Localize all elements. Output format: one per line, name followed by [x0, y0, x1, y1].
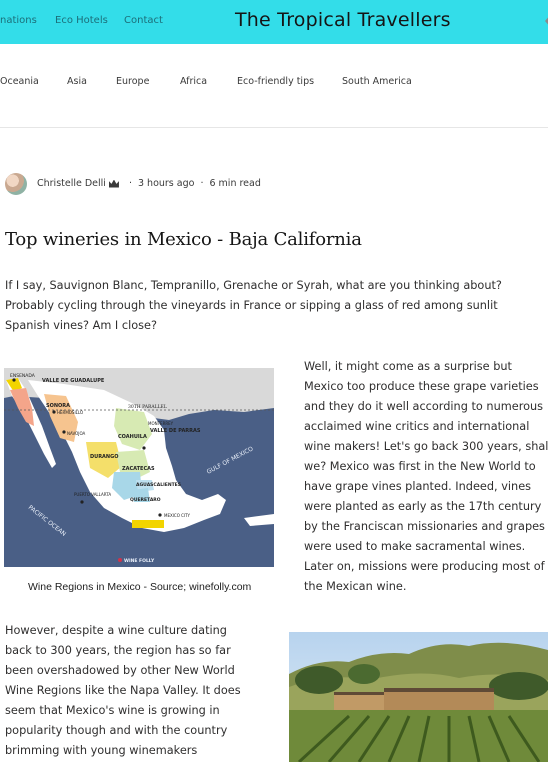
map-label-valle-parras: VALLE DE PARRAS [150, 428, 201, 434]
map-label-hermosillo: HERMOSILLO [57, 410, 83, 415]
nav-destinations[interactable]: nations [0, 15, 37, 26]
intro-paragraph: If I say, Sauvignon Blanc, Tempranillo, … [5, 279, 502, 332]
site-title[interactable]: The Tropical Travellers [235, 9, 451, 31]
map-label-zacatecas: ZACATECAS [122, 466, 155, 472]
mexico-map-graphic: ENSENADA VALLE DE GUADALUPE SONORA HERMO… [4, 368, 274, 567]
author-name[interactable]: Christelle Delli [37, 178, 106, 189]
category-europe[interactable]: Europe [116, 76, 149, 87]
right-paragraph: Well, it might come as a surprise but Me… [304, 360, 548, 593]
map-label-ensenada: ENSENADA [10, 373, 36, 379]
map-label-navojoa: NAVOJOA [67, 431, 86, 436]
map-label-durango: DURANGO [90, 454, 118, 460]
map-label-monterrey: MONTERREY [148, 421, 174, 426]
post-time: 3 hours ago [137, 178, 195, 189]
read-time: 6 min read [209, 178, 261, 189]
map-caption: Wine Regions in Mexico - Source; winefol… [28, 581, 252, 593]
category-south-america[interactable]: South America [342, 76, 412, 87]
category-asia[interactable]: Asia [67, 76, 87, 87]
crown-icon [108, 179, 119, 188]
site-header: nations Eco Hotels Contact The Tropical … [0, 0, 548, 44]
post-title: Top wineries in Mexico - Baja California [5, 229, 362, 250]
map-label-queretaro: QUERETARO [130, 497, 161, 503]
wine-regions-map[interactable]: ENSENADA VALLE DE GUADALUPE SONORA HERMO… [4, 368, 274, 567]
map-label-sonora: SONORA [46, 403, 70, 409]
map-label-puerto-vallarta: PUERTO VALLARTA [74, 492, 111, 497]
post-meta: Christelle Delli · 3 hours ago · 6 min read [37, 178, 261, 189]
map-label-parallel: 30TH PARALLEL [128, 404, 167, 410]
map-label-valle-guadalupe: VALLE DE GUADALUPE [42, 378, 105, 384]
map-credit: WINE FOLLY [124, 558, 155, 564]
map-label-mexico-city: MEXICO CITY [164, 513, 191, 518]
map-label-coahuila: COAHUILA [118, 434, 147, 440]
nav-contact[interactable]: Contact [124, 15, 163, 26]
separator-dot: · [128, 178, 132, 189]
map-label-aguascalientes: AGUASCALIENTES [136, 482, 181, 488]
category-africa[interactable]: Africa [180, 76, 207, 87]
vineyard-image [289, 632, 548, 762]
nav-eco-hotels[interactable]: Eco Hotels [55, 15, 108, 26]
winery-photo[interactable] [289, 632, 548, 762]
category-eco-friendly-tips[interactable]: Eco-friendly tips [237, 76, 314, 87]
left-paragraph: However, despite a wine culture dating b… [5, 624, 241, 757]
divider [0, 127, 548, 128]
author-avatar[interactable] [5, 173, 27, 195]
category-oceania[interactable]: Oceania [0, 76, 39, 87]
category-nav: Oceania Asia Europe Africa Eco-friendly … [0, 76, 548, 90]
separator-dot: · [200, 178, 204, 189]
